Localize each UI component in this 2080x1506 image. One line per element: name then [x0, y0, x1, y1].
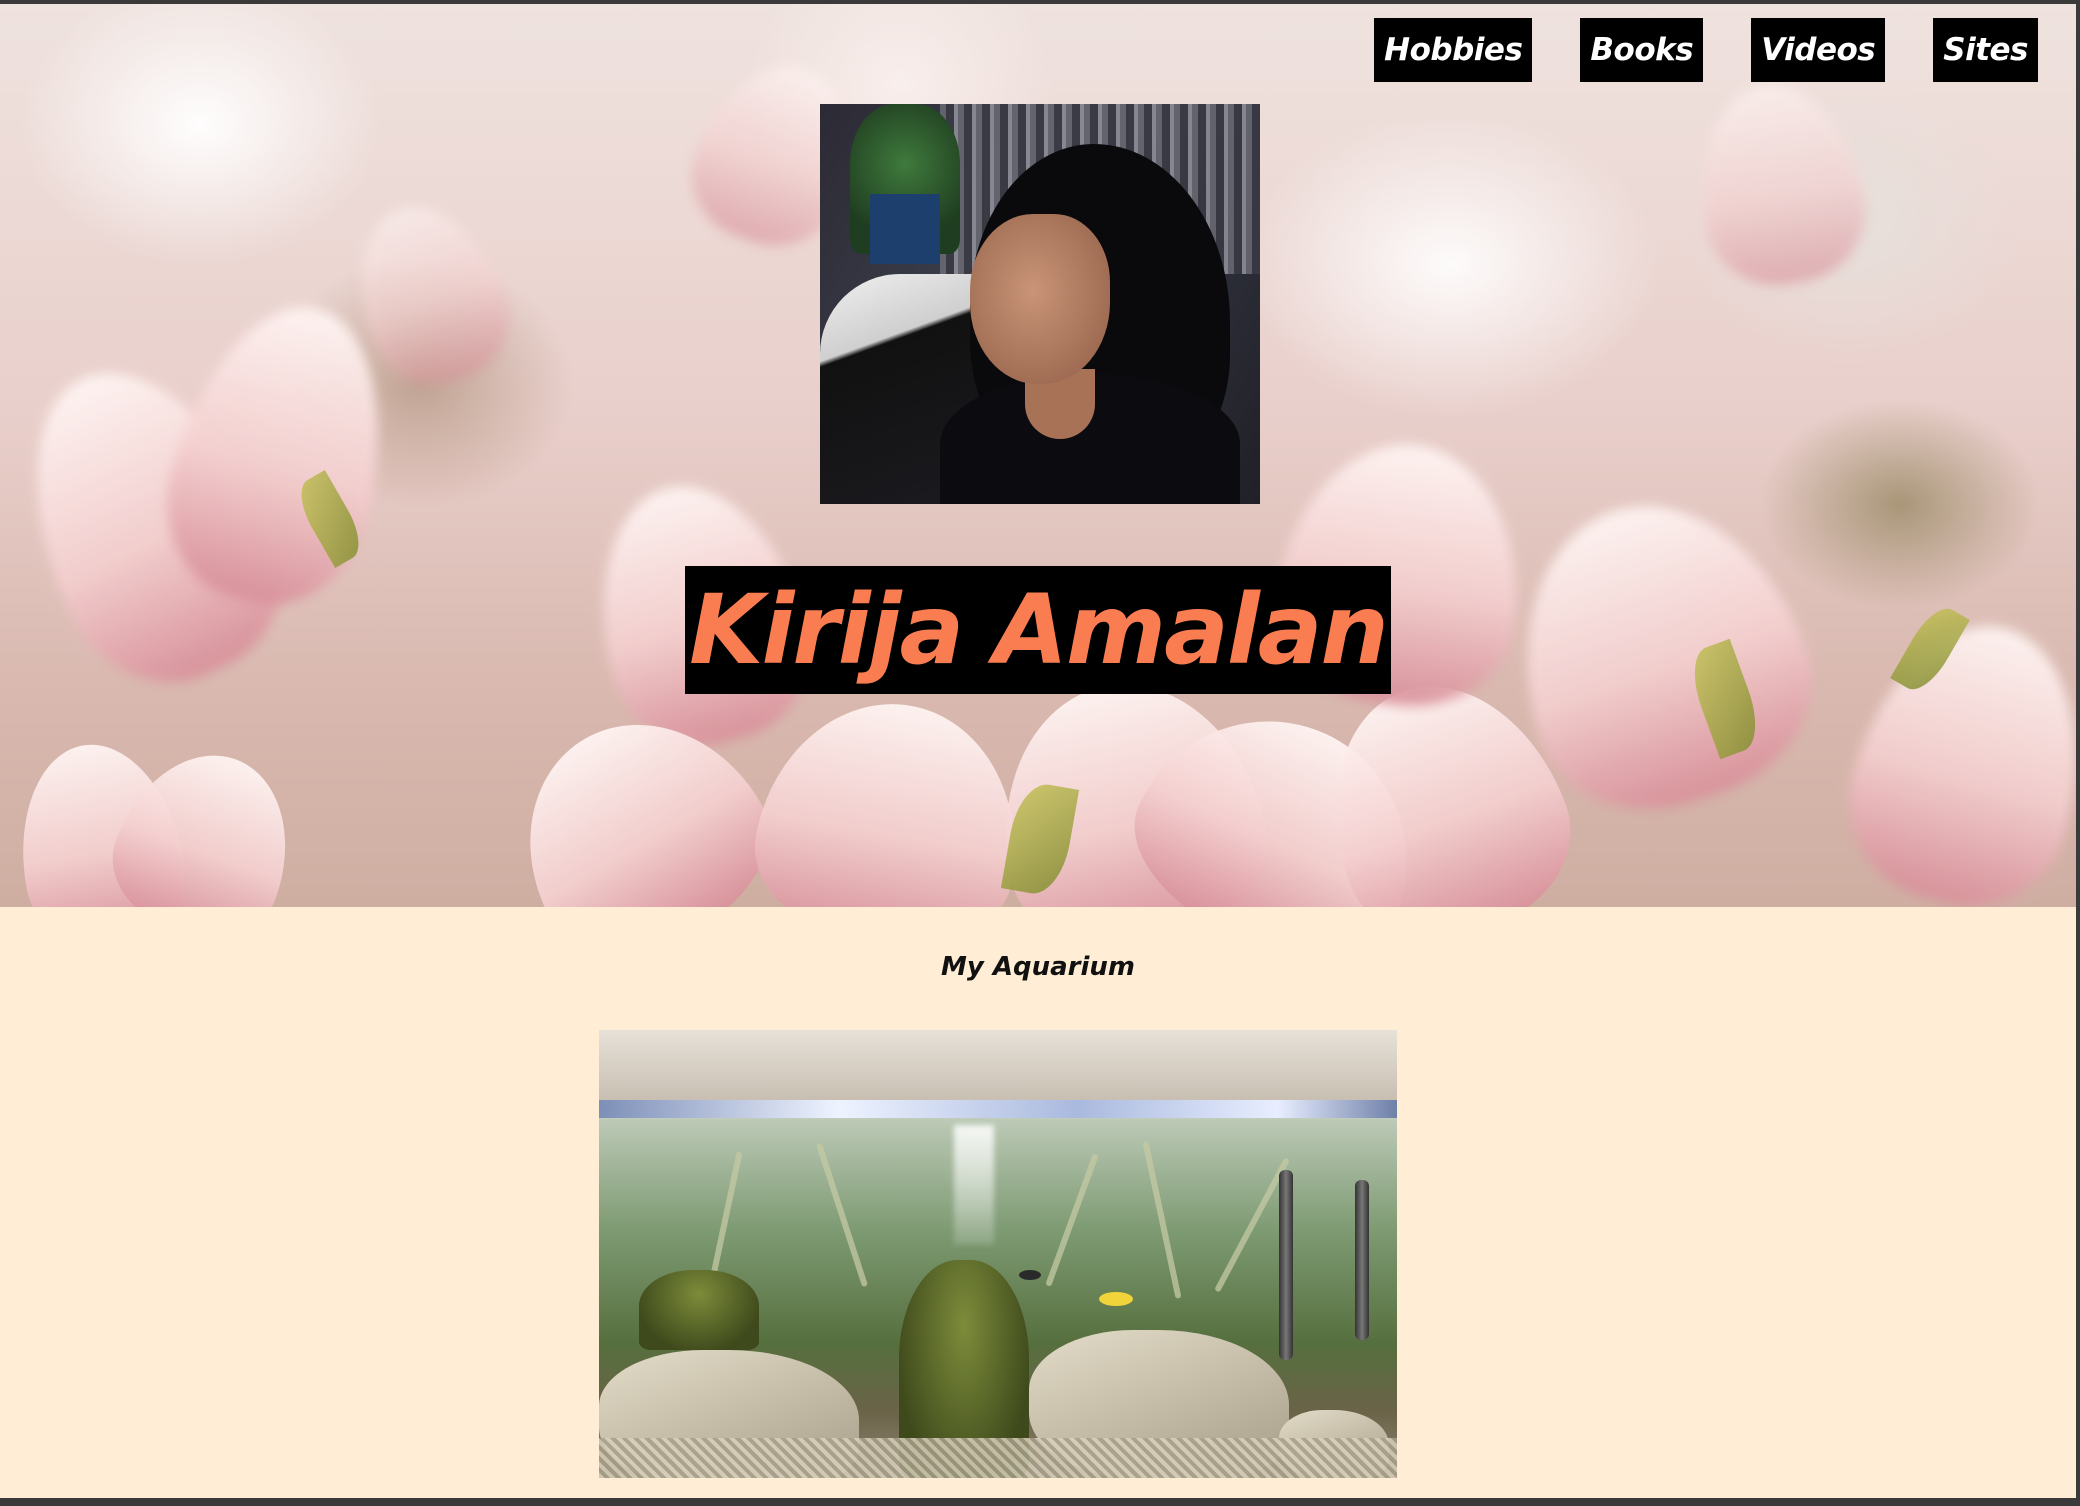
photo-pot — [870, 194, 940, 264]
blossom-petal — [741, 683, 1039, 907]
air-bubbles — [954, 1125, 994, 1245]
nav-sites-link[interactable]: Sites — [1933, 18, 2038, 82]
photo-face — [970, 214, 1110, 384]
aquarium-heater — [1355, 1180, 1369, 1340]
fish — [1019, 1270, 1041, 1280]
aquarium-light — [599, 1100, 1397, 1118]
hero-banner: Hobbies Books Videos Sites Kirija Amalan — [0, 4, 2076, 907]
nav-books-link[interactable]: Books — [1580, 18, 1704, 82]
aquarium-plant — [639, 1270, 759, 1350]
page: Hobbies Books Videos Sites Kirija Amalan… — [0, 4, 2076, 1502]
nav-hobbies-link[interactable]: Hobbies — [1374, 18, 1533, 82]
fish — [1099, 1292, 1133, 1306]
driftwood — [815, 1142, 869, 1288]
aquarium-gravel — [599, 1438, 1397, 1478]
blossom-petal — [1683, 71, 1877, 297]
window-bottom-edge — [0, 1498, 2080, 1506]
nav-videos-link[interactable]: Videos — [1751, 18, 1886, 82]
aquarium-heater — [1279, 1170, 1293, 1360]
site-owner-name: Kirija Amalan — [685, 566, 1391, 694]
aquarium-photo — [599, 1030, 1397, 1478]
aquarium-cabinet — [599, 1030, 1397, 1100]
section-title: My Aquarium — [941, 952, 1135, 982]
driftwood — [1045, 1153, 1099, 1287]
driftwood — [1142, 1141, 1182, 1299]
name-container: Kirija Amalan — [0, 566, 2076, 694]
profile-photo — [820, 104, 1260, 504]
top-nav: Hobbies Books Videos Sites — [1374, 18, 2038, 82]
